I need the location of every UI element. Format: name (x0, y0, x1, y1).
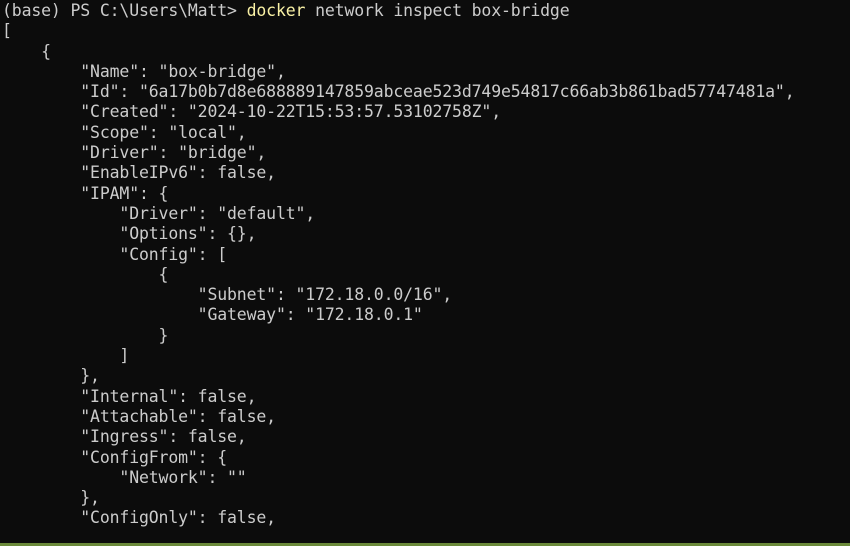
command-output: [ { "Name": "box-bridge", "Id": "6a17b0b… (2, 21, 795, 528)
output-line: "Ingress": false, (2, 427, 247, 447)
prompt-line: (base) PS C:\Users\Matt> docker network … (2, 1, 795, 21)
output-line: "EnableIPv6": false, (2, 163, 276, 183)
output-line: "Gateway": "172.18.0.1" (2, 305, 423, 325)
output-line: "Options": {}, (2, 224, 257, 244)
output-line: "ConfigOnly": false, (2, 508, 276, 528)
output-line: "Name": "box-bridge", (2, 61, 286, 81)
terminal-window[interactable]: (base) PS C:\Users\Matt> docker network … (0, 0, 850, 543)
output-line: ] (2, 346, 130, 366)
output-line: "Subnet": "172.18.0.0/16", (2, 285, 453, 305)
output-line: }, (2, 488, 100, 508)
output-line: [ (2, 21, 12, 41)
output-line: "IPAM": { (2, 183, 169, 203)
prompt-text: (base) PS C:\Users\Matt> (2, 1, 247, 20)
output-line: "Network": "" (2, 467, 247, 487)
command-args: network inspect box-bridge (305, 1, 570, 20)
output-line: "Config": [ (2, 244, 228, 264)
output-line: "Id": "6a17b0b7d8e688889147859abceae523d… (2, 82, 795, 102)
output-line: "Driver": "default", (2, 203, 316, 223)
output-line: "Scope": "local", (2, 122, 247, 142)
output-line: { (2, 264, 169, 284)
output-line: }, (2, 366, 100, 386)
output-line: "ConfigFrom": { (2, 447, 228, 467)
output-line: { (2, 41, 51, 61)
terminal-output: (base) PS C:\Users\Matt> docker network … (2, 1, 795, 529)
output-line: "Created": "2024-10-22T15:53:57.53102758… (2, 102, 501, 122)
output-line: "Internal": false, (2, 386, 257, 406)
output-line: "Driver": "bridge", (2, 143, 267, 163)
output-line: } (2, 325, 169, 345)
output-line: "Attachable": false, (2, 406, 276, 426)
command-name: docker (246, 1, 306, 20)
